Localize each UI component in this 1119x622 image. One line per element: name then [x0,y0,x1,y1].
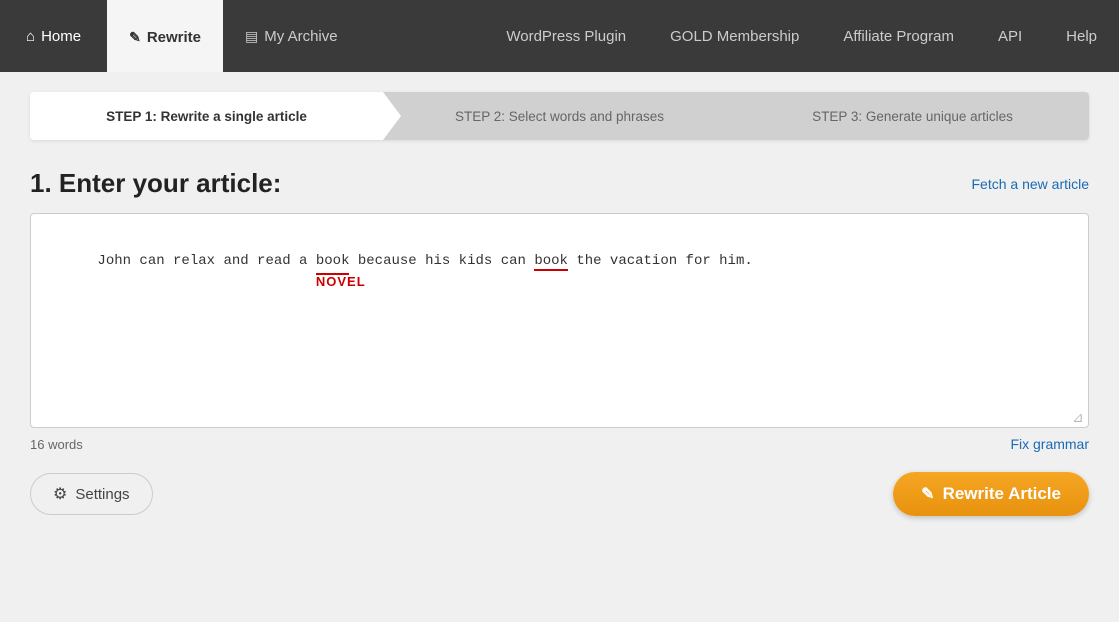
article-content[interactable]: John can relax and read a bookNOVEL beca… [47,228,1072,297]
step-3-label: STEP 3: Generate unique articles [812,109,1013,124]
nav-api-label: API [998,28,1022,45]
article-header: 1. Enter your article: Fetch a new artic… [30,168,1089,199]
main-content: STEP 1: Rewrite a single article STEP 2:… [0,72,1119,622]
rewrite-article-button[interactable]: ✎ Rewrite Article [893,472,1089,516]
resize-handle[interactable]: ⊿ [1072,411,1084,423]
nav-archive-label: My Archive [264,28,337,45]
nav-home-label: Home [41,28,81,45]
text-after-book1: because his kids can [349,253,534,269]
text-end: the vacation for him. [568,253,753,269]
tooltip-novel: NOVEL [316,272,366,293]
word-count: 16 words [30,437,83,452]
nav-rewrite-label: Rewrite [147,29,201,46]
highlighted-word-book2: book [534,253,568,271]
gear-icon: ⚙ [53,484,67,504]
nav-api[interactable]: API [976,0,1044,72]
step-1-label: STEP 1: Rewrite a single article [106,109,307,124]
nav-bar: ⌂ Home ✎ Rewrite ▤ My Archive WordPress … [0,0,1119,72]
nav-gold[interactable]: GOLD Membership [648,0,821,72]
nav-gold-label: GOLD Membership [670,28,799,45]
rewrite-article-label: Rewrite Article [943,484,1061,504]
step-2-label: STEP 2: Select words and phrases [455,109,664,124]
fix-grammar-link[interactable]: Fix grammar [1010,436,1089,452]
nav-affiliate-label: Affiliate Program [843,28,954,45]
article-heading: 1. Enter your article: [30,168,281,199]
nav-archive[interactable]: ▤ My Archive [223,0,360,72]
article-textarea-wrapper[interactable]: John can relax and read a bookNOVEL beca… [30,213,1089,428]
pencil-rewrite-icon: ✎ [921,484,934,504]
step-1-arrow [383,92,401,140]
home-icon: ⌂ [26,28,35,45]
settings-button[interactable]: ⚙ Settings [30,473,153,515]
nav-affiliate[interactable]: Affiliate Program [821,0,976,72]
pencil-icon: ✎ [129,29,141,46]
nav-home[interactable]: ⌂ Home [0,0,107,72]
step-1[interactable]: STEP 1: Rewrite a single article [30,92,383,140]
highlighted-word-book: bookNOVEL [316,250,350,274]
settings-label: Settings [75,486,129,503]
nav-help-label: Help [1066,28,1097,45]
step-3[interactable]: STEP 3: Generate unique articles [736,92,1089,140]
nav-spacer [360,0,485,72]
fetch-new-article-link[interactable]: Fetch a new article [972,176,1090,192]
archive-icon: ▤ [245,28,258,45]
nav-rewrite[interactable]: ✎ Rewrite [107,0,223,72]
step-2-arrow [736,92,754,140]
nav-wordpress-label: WordPress Plugin [506,28,626,45]
nav-help[interactable]: Help [1044,0,1119,72]
book-word: book [316,253,350,269]
textarea-footer: 16 words Fix grammar [30,436,1089,452]
step-2[interactable]: STEP 2: Select words and phrases [383,92,736,140]
steps-bar: STEP 1: Rewrite a single article STEP 2:… [30,92,1089,140]
nav-wordpress[interactable]: WordPress Plugin [484,0,648,72]
bottom-bar: ⚙ Settings ✎ Rewrite Article [30,472,1089,516]
text-before-book1: John can relax and read a [97,253,315,269]
